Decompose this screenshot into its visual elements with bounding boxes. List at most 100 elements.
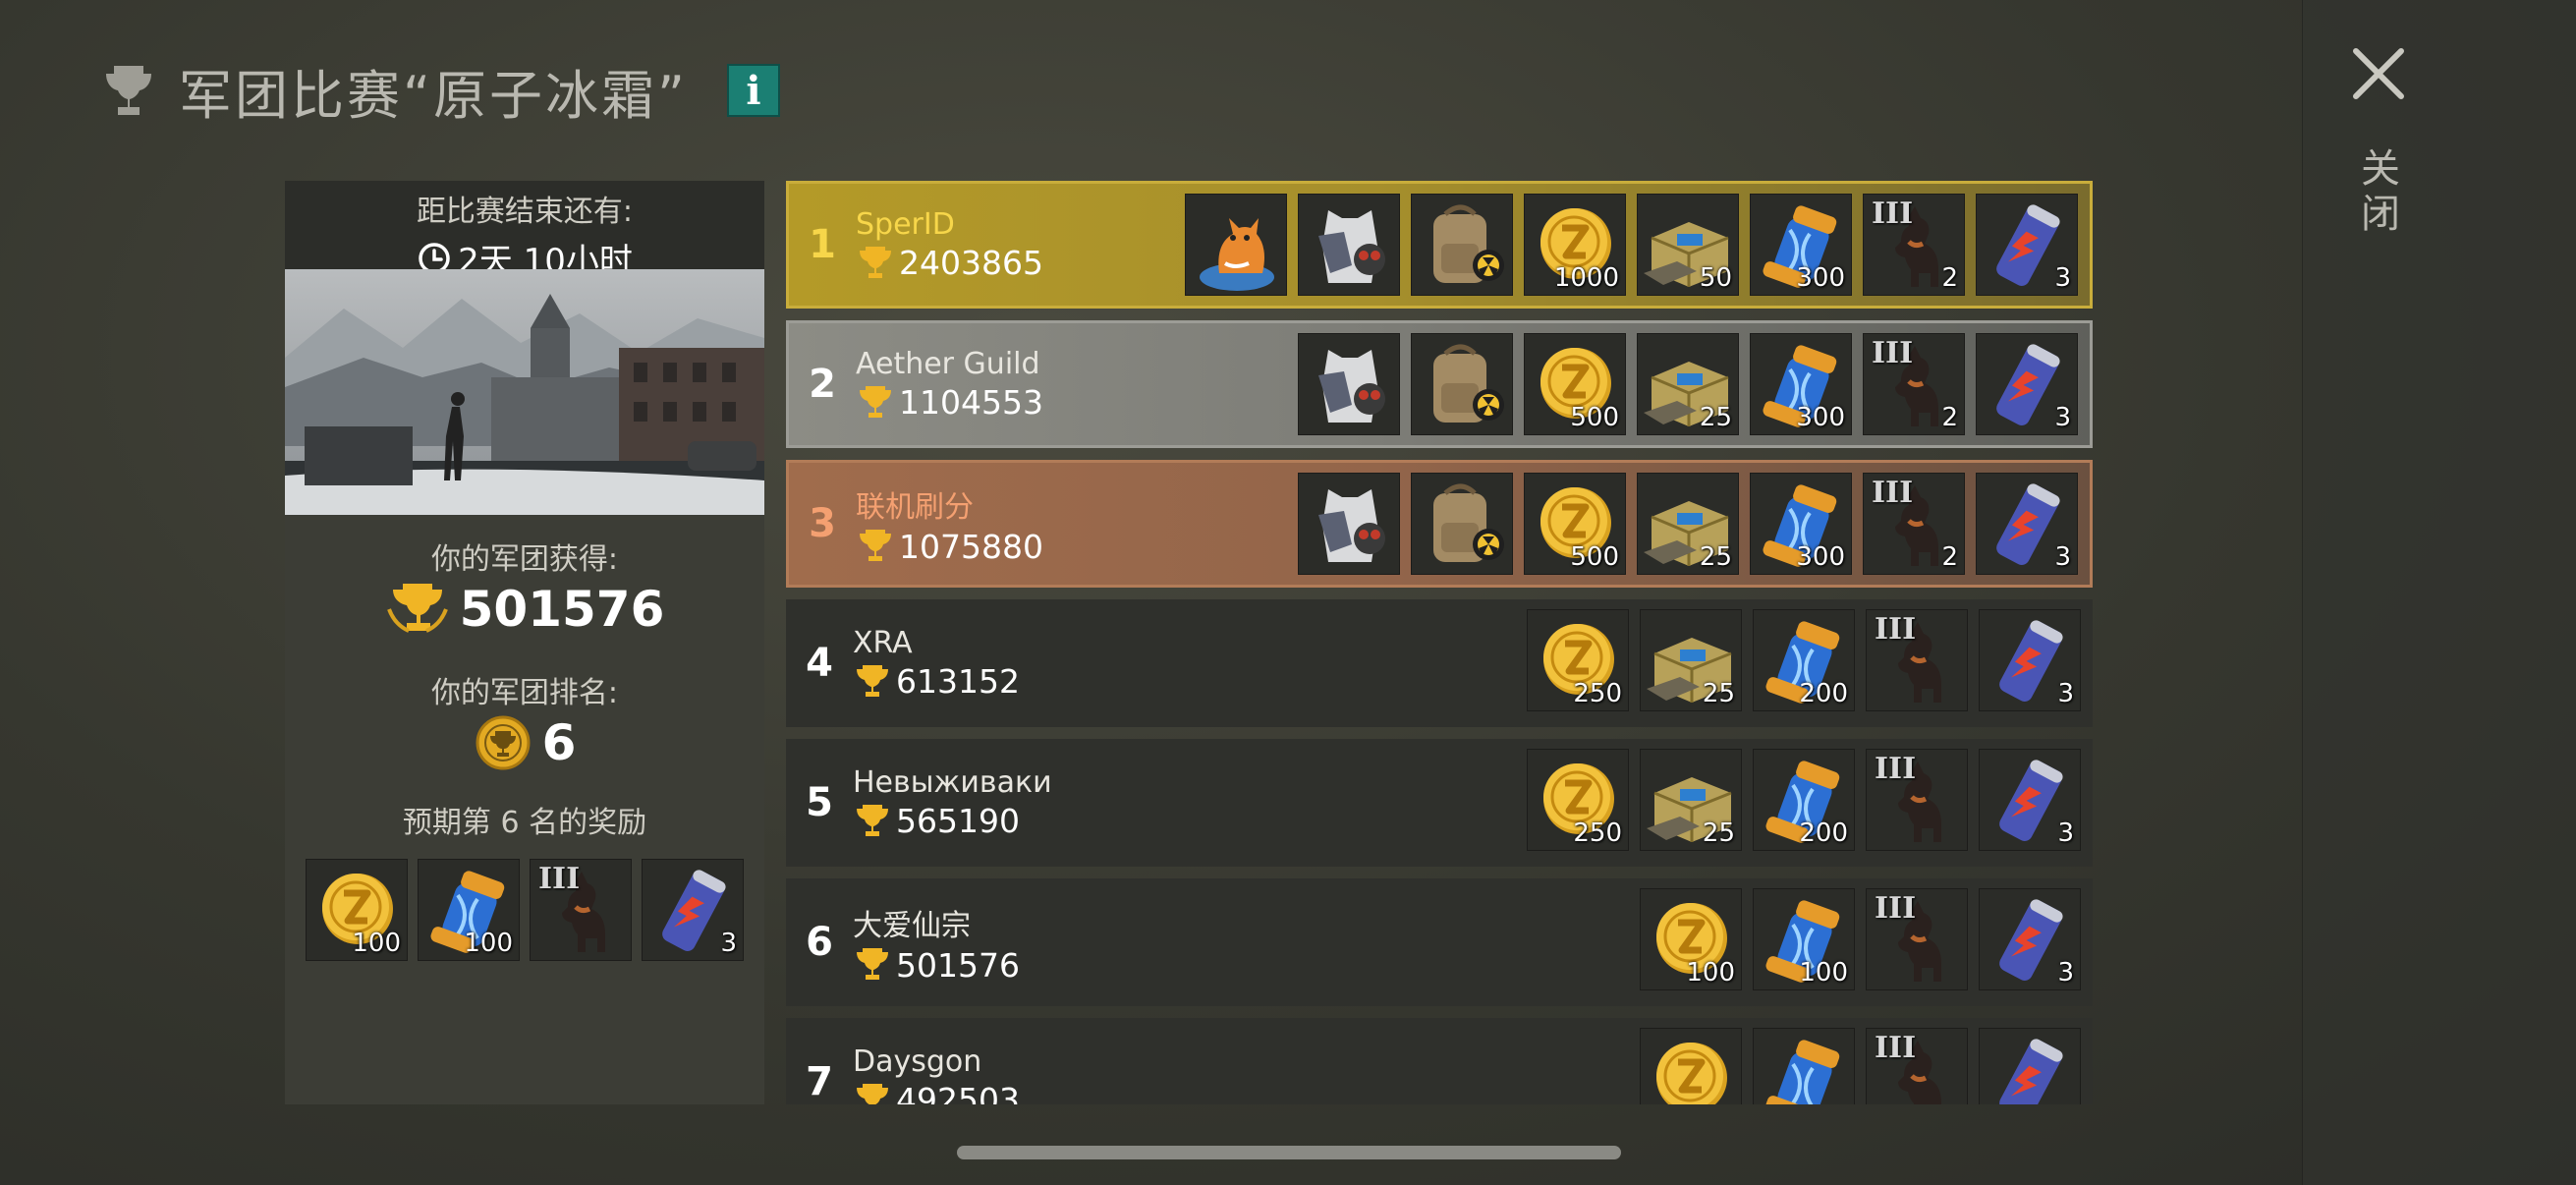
rank-number: 4	[806, 641, 833, 686]
your-score-value: 501576	[459, 581, 665, 638]
reward-item[interactable]	[1411, 333, 1513, 435]
guild-info: SperID 2403865	[856, 207, 1170, 282]
tier-label: III	[1872, 336, 1914, 370]
reward-item[interactable]: 500	[1524, 473, 1626, 575]
ranking-row[interactable]: 5 Невыживаки 565190 250 25 200 III 3	[786, 739, 2093, 867]
reward-item[interactable]: 200	[1753, 749, 1855, 851]
item-count: 3	[2054, 263, 2071, 293]
guild-score: 492503	[853, 1081, 1167, 1104]
reward-item[interactable]: 25	[1640, 749, 1742, 851]
your-score-label: 你的军团获得:	[430, 542, 619, 577]
cat-icon	[1200, 218, 1274, 291]
vest-gasmask-icon	[1318, 210, 1385, 283]
item-count: 500	[1570, 542, 1619, 572]
ranking-row[interactable]: 3 联机刷分 1075880 500 25 300 III 2 3	[786, 460, 2093, 588]
guild-score-value: 1104553	[899, 383, 1043, 422]
reward-item[interactable]: 3	[1976, 333, 2078, 435]
reward-item[interactable]: 200	[1753, 609, 1855, 711]
reward-item[interactable]	[1411, 473, 1513, 575]
vest-gasmask-icon	[1318, 489, 1385, 562]
reward-item[interactable]: 50	[1637, 194, 1739, 296]
reward-item[interactable]: III 2	[1863, 333, 1965, 435]
close-label[interactable]: 关闭	[2354, 147, 2405, 238]
guild-name[interactable]: Невыживаки	[853, 765, 1167, 800]
reward-item[interactable]: 100	[1640, 888, 1742, 990]
item-count: 1000	[1553, 263, 1619, 293]
close-icon[interactable]	[2348, 43, 2409, 104]
reward-item[interactable]: 300	[1750, 194, 1852, 296]
ranking-row[interactable]: 1 SperID 2403865 1000 50 300 III 2 3	[786, 181, 2093, 309]
guild-name[interactable]: 大爱仙宗	[853, 901, 1167, 944]
reward-item[interactable]: 100	[306, 859, 408, 961]
item-count: 3	[2057, 818, 2074, 848]
home-indicator[interactable]	[957, 1146, 1621, 1159]
guild-score-value: 2403865	[899, 244, 1043, 282]
ranking-row[interactable]: 7 Daysgon 492503 III	[786, 1018, 2093, 1104]
ranking-row[interactable]: 6 大爱仙宗 501576 100 100 III 3	[786, 878, 2093, 1006]
reward-item[interactable]	[1411, 194, 1513, 296]
tier-label: III	[1872, 197, 1914, 231]
guild-score: 565190	[853, 802, 1167, 840]
item-count: 3	[2057, 679, 2074, 708]
your-rank-value: 6	[541, 714, 577, 771]
reward-item[interactable]: 3	[1979, 609, 2081, 711]
info-button[interactable]: i	[726, 64, 780, 117]
reward-item[interactable]: III 2	[1863, 194, 1965, 296]
guild-name[interactable]: Aether Guild	[856, 347, 1170, 381]
rank-medal-icon	[476, 715, 531, 770]
reward-item[interactable]: 25	[1640, 609, 1742, 711]
reward-item[interactable]: III	[1866, 749, 1968, 851]
item-count: 50	[1699, 263, 1732, 293]
guild-name[interactable]: 联机刷分	[856, 482, 1170, 526]
guild-info: Aether Guild 1104553	[856, 347, 1170, 422]
reward-item[interactable]	[1640, 1028, 1742, 1104]
reward-item[interactable]: 100	[418, 859, 520, 961]
reward-item[interactable]: 3	[1976, 473, 2078, 575]
ranking-list[interactable]: 1 SperID 2403865 1000 50 300 III 2 3 2 Aether Guil…	[786, 181, 2093, 1104]
header: 军团比赛“原子冰霜” i	[98, 51, 780, 130]
trophy-icon	[860, 530, 891, 561]
reward-item[interactable]: 500	[1524, 333, 1626, 435]
reward-item[interactable]	[1979, 1028, 2081, 1104]
reward-item[interactable]: III	[1866, 1028, 1968, 1104]
item-count: 2	[1941, 403, 1958, 432]
reward-item[interactable]	[1753, 1028, 1855, 1104]
reward-item[interactable]: III 2	[1863, 473, 1965, 575]
reward-item[interactable]	[1298, 333, 1400, 435]
item-count: 3	[2054, 403, 2071, 432]
reward-item[interactable]: 3	[1979, 888, 2081, 990]
reward-item[interactable]: 300	[1750, 333, 1852, 435]
ranking-row[interactable]: 4 XRA 613152 250 25 200 III 3	[786, 599, 2093, 727]
reward-item[interactable]	[1298, 194, 1400, 296]
rank-number: 6	[806, 920, 833, 965]
backpack-icon	[1433, 344, 1504, 423]
reward-item[interactable]: III	[1866, 888, 1968, 990]
reward-item[interactable]: 25	[1637, 473, 1739, 575]
rank-number: 1	[809, 222, 836, 267]
reward-item[interactable]: 1000	[1524, 194, 1626, 296]
guild-score-value: 501576	[896, 945, 1020, 985]
reward-item[interactable]: 3	[1976, 194, 2078, 296]
guild-info: XRA 613152	[853, 626, 1167, 701]
trophy-icon	[860, 246, 891, 278]
item-count: 500	[1570, 403, 1619, 432]
event-banner-image	[285, 269, 764, 515]
reward-item[interactable]: III	[530, 859, 632, 961]
reward-item[interactable]: 250	[1527, 749, 1629, 851]
reward-item[interactable]: 3	[1979, 749, 2081, 851]
backpack-icon	[1433, 483, 1504, 562]
your-score-row: 501576	[285, 580, 764, 639]
trophy-icon	[106, 66, 151, 115]
reward-item[interactable]: III	[1866, 609, 1968, 711]
reward-item[interactable]: 25	[1637, 333, 1739, 435]
guild-name[interactable]: SperID	[856, 207, 1170, 242]
guild-name[interactable]: Daysgon	[853, 1044, 1167, 1079]
reward-item[interactable]	[1298, 473, 1400, 575]
reward-item[interactable]: 3	[642, 859, 744, 961]
guild-name[interactable]: XRA	[853, 626, 1167, 660]
reward-item[interactable]: 300	[1750, 473, 1852, 575]
ranking-row[interactable]: 2 Aether Guild 1104553 500 25 300 III 2 3	[786, 320, 2093, 448]
reward-item[interactable]: 100	[1753, 888, 1855, 990]
reward-item[interactable]: 250	[1527, 609, 1629, 711]
reward-item[interactable]	[1185, 194, 1287, 296]
